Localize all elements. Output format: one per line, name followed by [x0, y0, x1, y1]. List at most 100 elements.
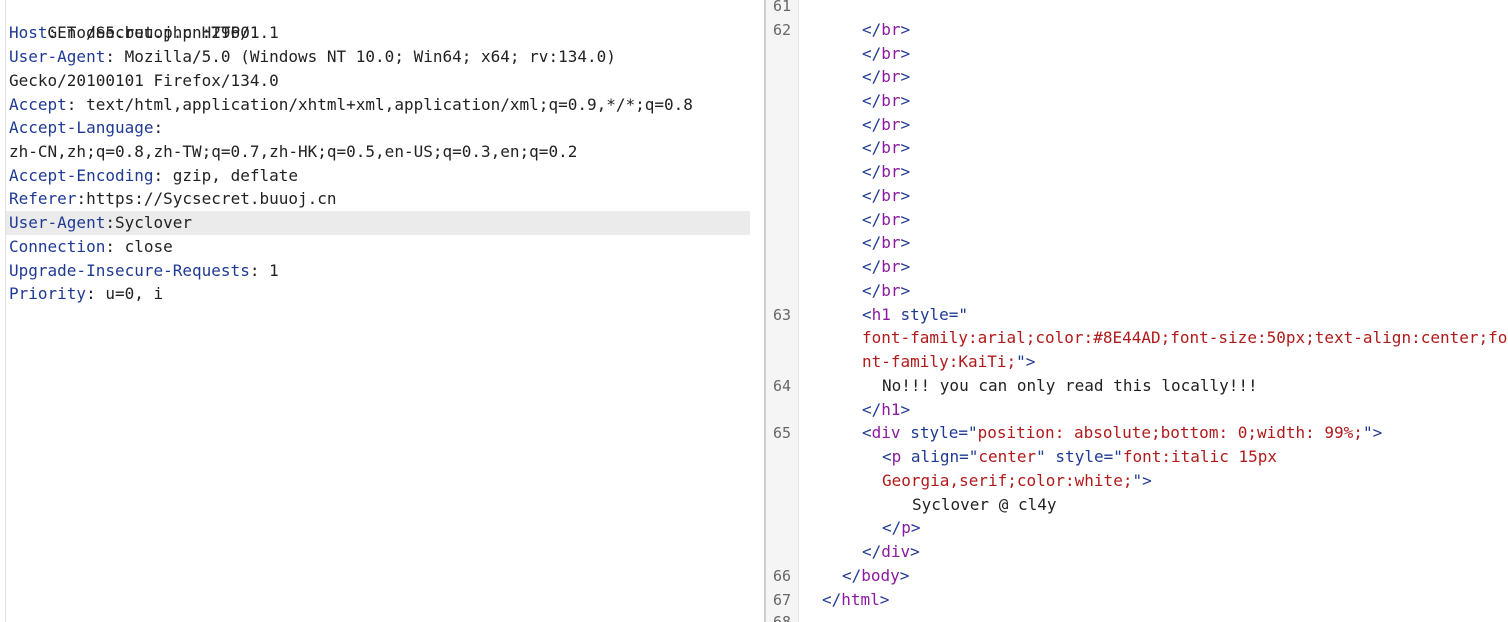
tag-name: p — [891, 447, 902, 466]
header-row-accept[interactable]: Accept: text/html,application/xhtml+xml,… — [9, 93, 750, 117]
code-line-br: </br> — [862, 67, 911, 86]
code-line-p-style-cont: Georgia,serif;color:white;"> — [882, 471, 1152, 490]
code-line-br: </br> — [862, 44, 911, 63]
code-line-br: </br> — [862, 281, 911, 300]
tag-name: br — [881, 91, 901, 110]
header-value: https://Sycsecret.buuoj.cn — [86, 189, 337, 208]
header-value: Syclover — [114, 213, 193, 232]
tag-name: br — [881, 20, 901, 39]
line-number: 64 — [773, 377, 792, 395]
header-value: Mozilla/5.0 (Windows NT 10.0; Win64; x64… — [124, 47, 616, 66]
attr-value: nt-family:KaiTi; — [862, 352, 1017, 371]
code-line-br: </br> — [862, 20, 911, 39]
line-number: 65 — [773, 424, 792, 442]
header-value: node5.buuoj.cn:29601 — [66, 23, 260, 42]
code-line-h1-style: font-family:arial;color:#8E44AD;font-siz… — [862, 328, 1508, 347]
code-line-html-close: </html> — [822, 590, 890, 609]
code-line-body-close: </body> — [842, 566, 910, 585]
header-row-accept-language-cont[interactable]: zh-CN,zh;q=0.8,zh-TW;q=0.7,zh-HK;q=0.5,e… — [9, 140, 750, 164]
header-sep: : — [76, 189, 87, 208]
attr-value: font:italic 15px — [1122, 447, 1277, 466]
code-line-h1-open: <h1 style=" — [862, 305, 968, 324]
header-row-priority[interactable]: Priority: u=0, i — [9, 282, 750, 306]
request-editor[interactable]: GET /Secret.php HTTP/1.1 Host: node5.buu… — [0, 0, 764, 622]
tag-name: body — [861, 566, 900, 585]
header-value: 1 — [269, 261, 279, 280]
code-line-p-text: Syclover @ cl4y — [912, 495, 1057, 514]
header-row-user-agent[interactable]: User-Agent: Mozilla/5.0 (Windows NT 10.0… — [9, 45, 750, 69]
header-name: User-Agent — [9, 213, 106, 232]
code-line-br: </br> — [862, 115, 911, 134]
code-line-br: </br> — [862, 162, 911, 181]
header-row-connection[interactable]: Connection: close — [9, 235, 750, 259]
code-line-h1-close: </h1> — [862, 400, 911, 419]
code-line-br: </br> — [862, 210, 911, 229]
header-name: Accept-Encoding — [9, 166, 154, 185]
header-name: Accept-Language — [9, 118, 154, 137]
header-value: zh-CN,zh;q=0.8,zh-TW;q=0.7,zh-HK;q=0.5,e… — [9, 142, 578, 161]
code-line-h1-text: No!!! you can only read this locally!!! — [882, 376, 1258, 395]
tag-name: br — [881, 210, 901, 229]
line-number: 61 — [773, 0, 792, 15]
tag-name: br — [881, 281, 901, 300]
header-row-referer[interactable]: Referer:https://Sycsecret.buuoj.cn — [9, 187, 750, 211]
header-name: Accept — [9, 95, 67, 114]
response-viewer[interactable]: 61 62 63 64 65 66 67 68 </br> </br> </br… — [766, 0, 1508, 622]
header-row-accept-language[interactable]: Accept-Language: — [9, 116, 750, 140]
code-line-p-open: <p align="center" style="font:italic 15p… — [882, 447, 1277, 466]
header-sep: : — [105, 47, 125, 66]
code-line-div-open: <div style="position: absolute;bottom: 0… — [862, 423, 1383, 442]
tag-name: br — [881, 138, 901, 157]
header-row-upgrade-insecure-requests[interactable]: Upgrade-Insecure-Requests: 1 — [9, 259, 750, 283]
header-sep: : — [105, 213, 115, 232]
header-value: text/html,application/xhtml+xml,applicat… — [86, 95, 693, 114]
line-number: 63 — [773, 306, 792, 324]
header-name: Connection — [9, 237, 106, 256]
code-line-br: </br> — [862, 233, 911, 252]
code-line-p-close: </p> — [882, 518, 921, 537]
attr-name: style — [900, 305, 949, 324]
header-sep: : — [86, 284, 106, 303]
editor-left-border — [5, 0, 6, 622]
attr-value: Georgia,serif;color:white; — [882, 471, 1133, 490]
line-number: 66 — [773, 567, 792, 585]
header-sep: : — [153, 118, 164, 137]
code-line-h1-style-cont: nt-family:KaiTi;"> — [862, 352, 1036, 371]
code-line-br: </br> — [862, 91, 911, 110]
header-name: Referer — [9, 189, 77, 208]
tag-name: br — [881, 67, 901, 86]
header-sep: : — [105, 237, 125, 256]
header-value: Gecko/20100101 Firefox/134.0 — [9, 71, 279, 90]
header-sep: : — [66, 95, 87, 114]
header-row-user-agent-cont[interactable]: Gecko/20100101 Firefox/134.0 — [9, 69, 750, 93]
header-sep: : — [153, 166, 173, 185]
header-value: u=0, i — [105, 284, 164, 303]
attr-name: style — [910, 423, 959, 442]
header-value: gzip, deflate — [172, 166, 298, 185]
tag-name: h1 — [881, 400, 901, 419]
tag-name: br — [881, 115, 901, 134]
tag-name: br — [881, 162, 901, 181]
tag-name: br — [881, 257, 901, 276]
code-line-br: </br> — [862, 257, 911, 276]
attr-name: style — [1055, 447, 1104, 466]
tag-name: h1 — [871, 305, 891, 324]
line-number: 62 — [773, 21, 792, 39]
header-row-accept-encoding[interactable]: Accept-Encoding: gzip, deflate — [9, 164, 750, 188]
line-number: 68 — [773, 613, 792, 622]
request-line[interactable]: GET /Secret.php HTTP/1.1 — [9, 0, 750, 42]
header-sep: : — [249, 261, 270, 280]
header-sep: : — [47, 23, 67, 42]
header-row-user-agent-override[interactable]: User-Agent:Syclover — [6, 211, 750, 235]
tag-name: br — [881, 233, 901, 252]
header-row-host[interactable]: Host: node5.buuoj.cn:29601 — [9, 21, 750, 45]
tag-name: br — [881, 186, 901, 205]
tag-name: p — [901, 518, 911, 537]
attr-name: align — [910, 447, 960, 466]
tag-name: html — [841, 590, 880, 609]
tag-name: div — [881, 542, 911, 561]
code-line-div-close: </div> — [862, 542, 920, 561]
header-name: Host — [9, 23, 48, 42]
tag-name: br — [881, 44, 901, 63]
line-number: 67 — [773, 591, 792, 609]
